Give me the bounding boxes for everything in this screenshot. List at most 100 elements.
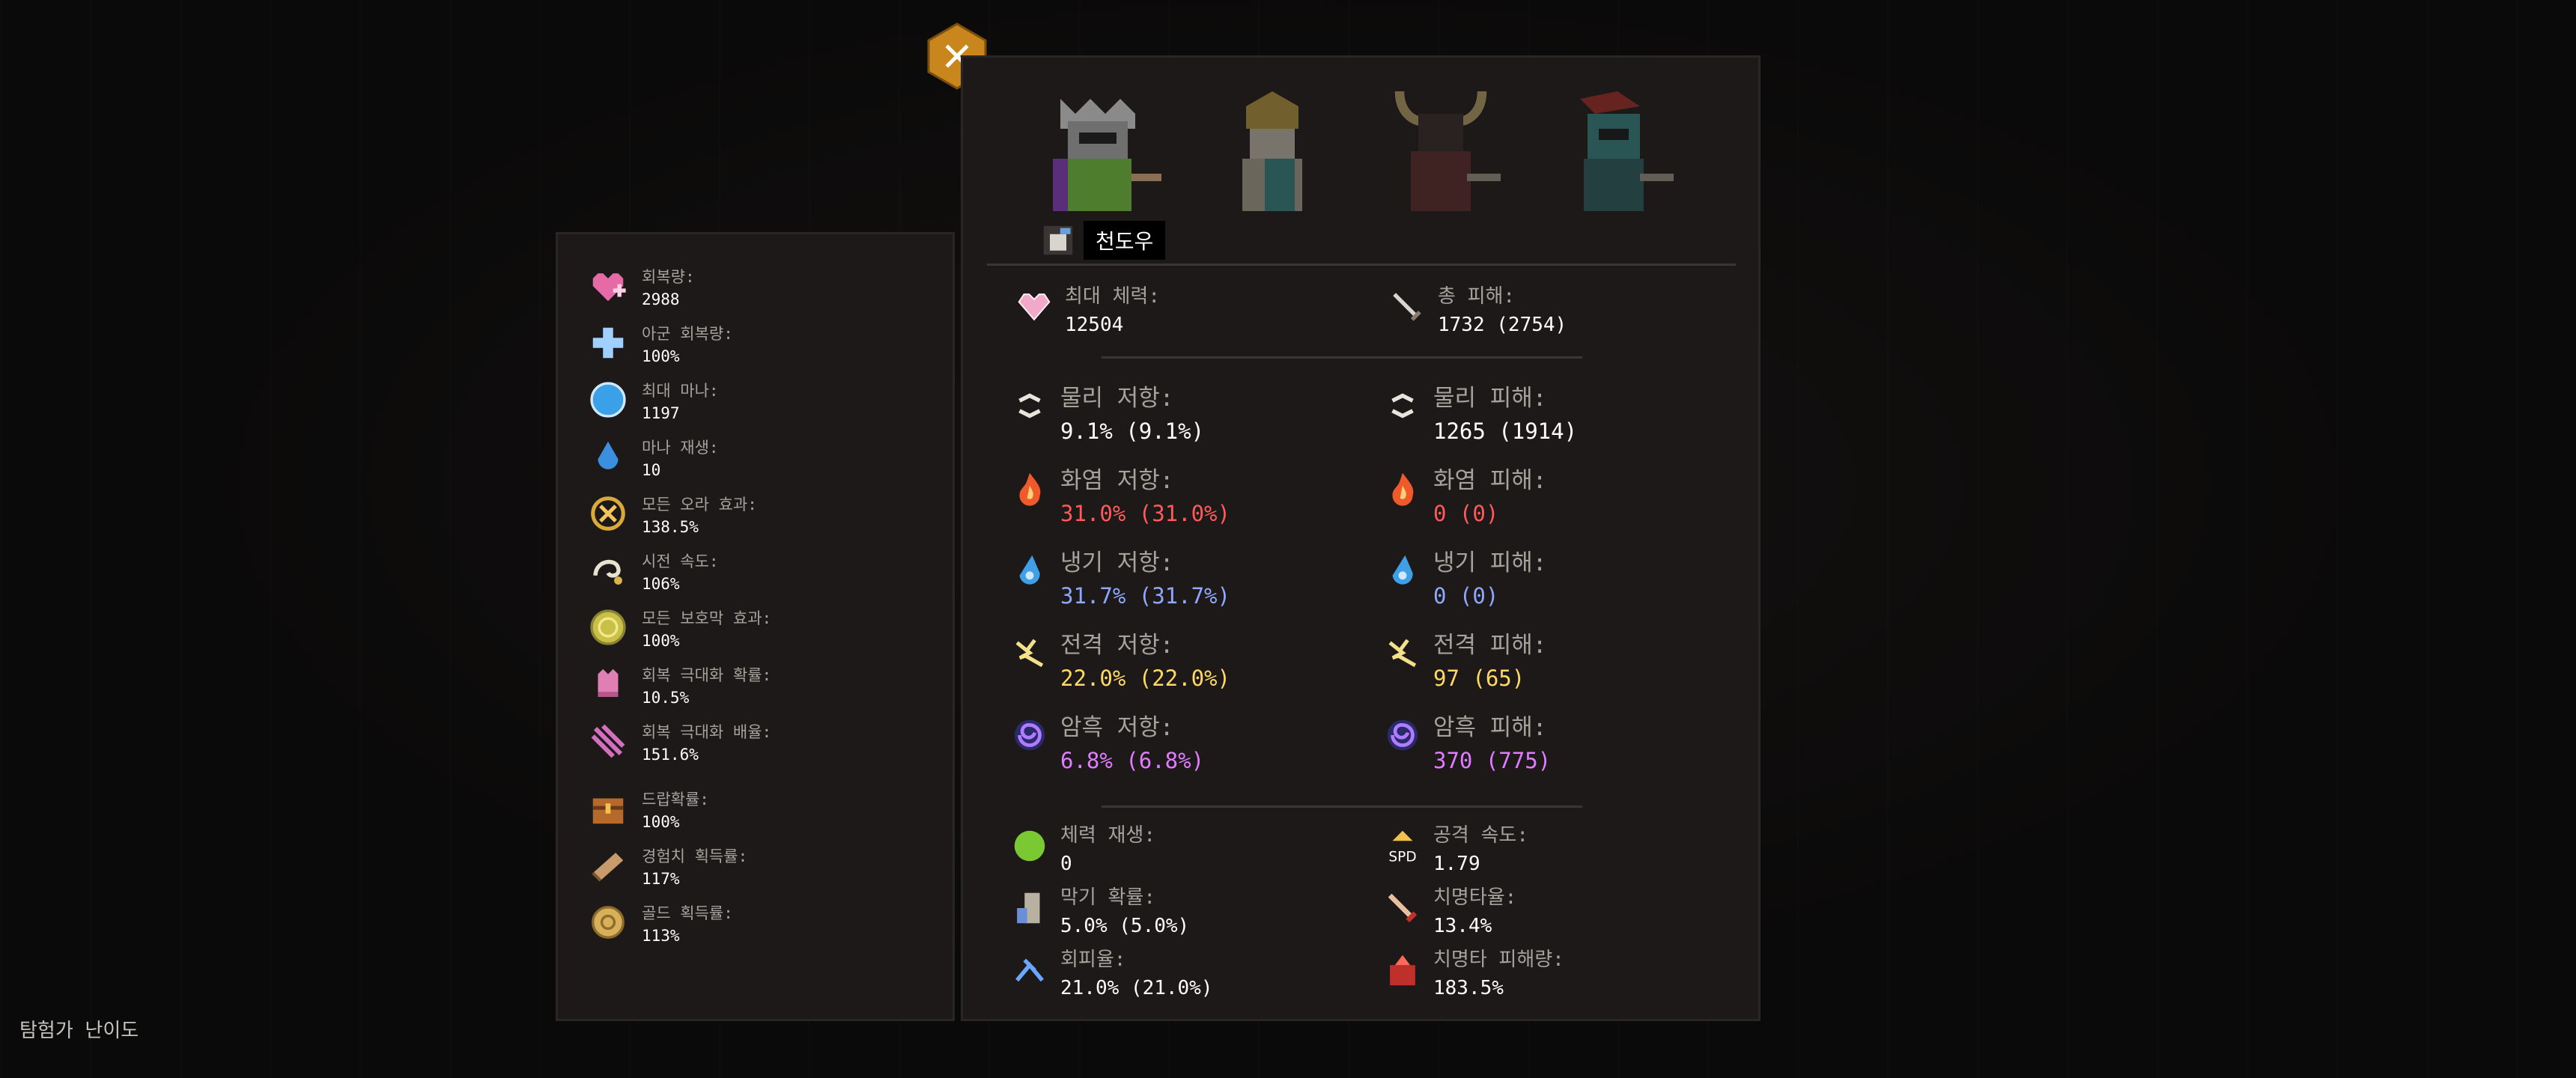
stat-label: 치명타 피해량: — [1433, 948, 1564, 971]
secondary-stats-panel: 회복량: 2988 아군 회복량: 100% 최대 마나: 1197 마나 재생: 10… — [556, 232, 955, 1021]
fire-icon — [1382, 468, 1423, 508]
stat-value: 21.0% (21.0%) — [1060, 977, 1213, 999]
stat-label: 시전 속도: — [642, 552, 719, 570]
stat-label: 골드 획득률: — [642, 904, 733, 922]
cross-plus-icon — [588, 323, 628, 363]
stat-dark-resistance: 암흑 저항: 6.8% (6.8%) — [1009, 710, 1204, 776]
stat-value: 10.5% — [642, 689, 690, 707]
frost-icon — [1382, 550, 1423, 591]
stat-value: 0 — [1060, 853, 1072, 875]
stat-label: 마나 재생: — [642, 439, 719, 457]
stat-label: 최대 마나: — [642, 382, 719, 400]
book-icon — [588, 845, 628, 886]
block-shield-icon — [1009, 888, 1050, 928]
stat-healing: 회복량: 2988 — [588, 266, 695, 311]
stat-crit-rate: 치명타율: 13.4% — [1382, 883, 1516, 940]
stat-value: 183.5% — [1433, 977, 1504, 999]
stat-max-mana: 최대 마나: 1197 — [588, 380, 719, 424]
stat-evasion: 회피율: 21.0% (21.0%) — [1009, 945, 1213, 1002]
stat-label: 총 피해: — [1438, 285, 1516, 308]
cast-speed-icon — [588, 550, 628, 591]
water-drop-icon — [588, 436, 628, 477]
evasion-icon — [1009, 950, 1050, 990]
stat-label: 회복 극대화 배율: — [642, 723, 772, 741]
stat-ally-healing: 아군 회복량: 100% — [588, 323, 733, 368]
stat-label: 물리 피해: — [1433, 385, 1547, 412]
stat-value: 100% — [642, 813, 680, 831]
stat-value: 1265 (1914) — [1433, 418, 1578, 444]
character-portrait-2[interactable] — [1209, 84, 1336, 226]
physical-icon — [1382, 386, 1423, 426]
stat-value: 151.6% — [642, 746, 699, 764]
divider — [987, 264, 1736, 266]
stat-value: 22.0% (22.0%) — [1060, 666, 1230, 691]
lightning-icon — [1382, 633, 1423, 673]
stat-physical-damage: 물리 피해: 1265 (1914) — [1382, 381, 1577, 447]
character-name: 천도우 — [1084, 221, 1166, 260]
stat-label: 드랍확률: — [642, 791, 709, 808]
stat-value: 1732 (2754) — [1438, 314, 1567, 336]
heart-icon — [1014, 287, 1054, 327]
frost-icon — [1009, 550, 1050, 591]
stat-value: 12504 — [1065, 314, 1124, 336]
divider — [1102, 356, 1582, 359]
character-name-row: 천도우 — [1042, 221, 1166, 260]
chest-icon — [588, 788, 628, 829]
stat-value: 113% — [642, 927, 680, 945]
divider — [1102, 806, 1582, 808]
stat-cast-speed: 시전 속도: 106% — [588, 550, 719, 595]
rename-icon[interactable] — [1042, 224, 1075, 257]
character-portrait-4[interactable] — [1550, 84, 1677, 226]
stat-max-hp: 최대 체력: 12504 — [1014, 282, 1160, 339]
crit-sword-icon — [1382, 888, 1423, 928]
stat-value: 9.1% (9.1%) — [1060, 418, 1205, 444]
heal-crit-multiplier-icon — [588, 721, 628, 761]
stat-drop-rate: 드랍확률: 100% — [588, 788, 709, 833]
stat-crit-damage: 치명타 피해량: 183.5% — [1382, 945, 1564, 1002]
character-horned-warrior-icon — [1394, 91, 1501, 211]
stat-label: 회피율: — [1060, 948, 1126, 971]
stat-label: 체력 재생: — [1060, 824, 1155, 847]
stat-label: 회복 극대화 확률: — [642, 666, 772, 684]
stat-aura-effect: 모든 오라 효과: 138.5% — [588, 493, 757, 538]
stat-total-damage: 총 피해: 1732 (2754) — [1387, 282, 1567, 339]
stat-hp-regen: 체력 재생: 0 — [1009, 821, 1155, 878]
character-portrait-3[interactable] — [1377, 84, 1504, 226]
character-red-plume-knight-icon — [1580, 91, 1674, 211]
stat-value: 138.5% — [642, 518, 699, 536]
stat-value: 1197 — [642, 404, 680, 422]
stat-label: 화염 저항: — [1060, 467, 1174, 494]
heart-plus-icon — [588, 266, 628, 306]
stat-heal-crit-multiplier: 회복 극대화 배율: 151.6% — [588, 721, 771, 766]
dark-vortex-icon — [1382, 715, 1423, 755]
stat-physical-resistance: 물리 저항: 9.1% (9.1%) — [1009, 381, 1204, 447]
stat-label: 아군 회복량: — [642, 325, 733, 343]
character-knight-green-icon — [1053, 99, 1161, 211]
character-stats-panel: 천도우 최대 체력: 12504 총 피해: 1732 (2754) 물리 저항: 9… — [961, 55, 1761, 1021]
stat-value: 117% — [642, 870, 680, 888]
stat-label: 암흑 저항: — [1060, 714, 1174, 741]
stat-lightning-resistance: 전격 저항: 22.0% (22.0%) — [1009, 628, 1230, 694]
sword-icon — [1387, 287, 1427, 327]
stat-value: 97 (65) — [1433, 666, 1525, 691]
dark-vortex-icon — [1009, 715, 1050, 755]
stat-value: 100% — [642, 347, 680, 365]
stat-value: 0 (0) — [1433, 583, 1499, 609]
stat-label: 물리 저항: — [1060, 385, 1174, 412]
stat-value: 13.4% — [1433, 915, 1492, 937]
crit-damage-icon — [1382, 950, 1423, 990]
stat-cold-damage: 냉기 피해: 0 (0) — [1382, 546, 1546, 612]
hp-regen-orb-icon — [1009, 826, 1050, 866]
stat-label: 막기 확률: — [1060, 886, 1155, 909]
stat-value: 370 (775) — [1433, 748, 1552, 773]
character-portrait-selected[interactable] — [1038, 84, 1165, 226]
stat-value: 31.7% (31.7%) — [1060, 583, 1230, 609]
stat-cold-resistance: 냉기 저항: 31.7% (31.7%) — [1009, 546, 1230, 612]
stat-label: 냉기 피해: — [1433, 549, 1547, 576]
stat-attack-speed: SPD 공격 속도: 1.79 — [1382, 821, 1528, 878]
stat-value: 2988 — [642, 290, 680, 308]
stat-heal-crit-chance: 회복 극대화 확률: 10.5% — [588, 664, 771, 709]
stat-shield-effect: 모든 보호막 효과: 100% — [588, 607, 771, 652]
stat-label: 최대 체력: — [1065, 285, 1160, 308]
stat-label: 공격 속도: — [1433, 824, 1528, 847]
